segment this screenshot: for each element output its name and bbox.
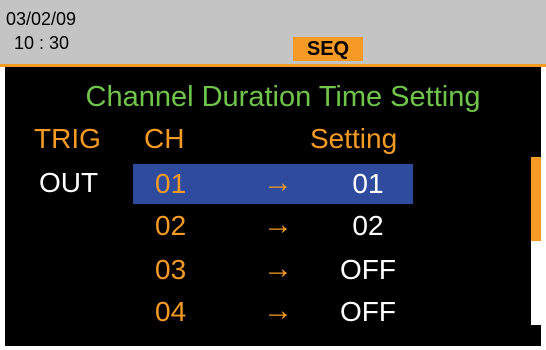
right-arrow-icon: →: [263, 208, 293, 241]
date-display: 03/02/09: [6, 9, 77, 29]
mode-badge: SEQ: [293, 37, 363, 61]
channel-row[interactable]: 02 → 02: [133, 206, 413, 246]
setting-value[interactable]: 01: [333, 168, 403, 200]
channel-row[interactable]: 03 → OFF: [133, 250, 413, 290]
scrollbar-track[interactable]: [531, 157, 541, 325]
scrollbar-thumb[interactable]: [531, 157, 541, 241]
right-arrow-icon: →: [263, 252, 293, 285]
ch-column-header: CH: [144, 123, 185, 154]
status-bar: 03/02/09 10 : 30 SEQ: [0, 0, 546, 64]
trig-column-header: TRIG: [34, 123, 101, 154]
setting-value[interactable]: OFF: [333, 254, 403, 286]
channel-number: 01: [155, 168, 187, 199]
settings-panel: Channel Duration Time Setting TRIG CH Se…: [5, 67, 541, 346]
channel-row[interactable]: 01 → 01: [133, 164, 413, 204]
time-display: 10 : 30: [14, 33, 70, 53]
trig-value[interactable]: OUT: [39, 167, 98, 199]
channel-number: 03: [155, 254, 187, 285]
right-arrow-icon: →: [263, 166, 293, 199]
setting-value[interactable]: 02: [333, 210, 403, 242]
channel-row[interactable]: 04 → OFF: [133, 292, 413, 332]
channel-number: 02: [155, 210, 187, 241]
right-arrow-icon: →: [263, 294, 293, 327]
setting-value[interactable]: OFF: [333, 296, 403, 328]
channel-number: 04: [155, 296, 187, 327]
setting-column-header: Setting: [310, 123, 398, 154]
page-title: Channel Duration Time Setting: [85, 81, 481, 113]
device-screen: 03/02/09 10 : 30 SEQ Channel Duration Ti…: [0, 0, 546, 350]
